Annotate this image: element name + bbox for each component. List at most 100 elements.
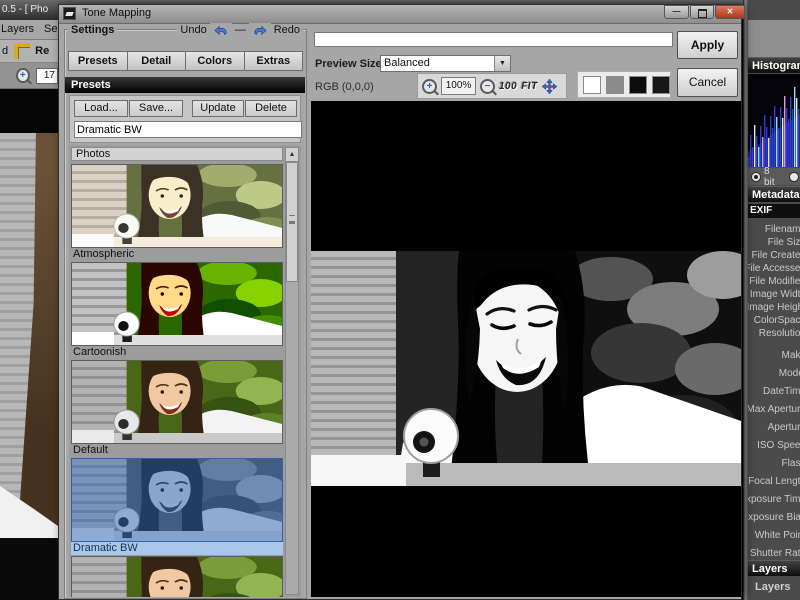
tab-extras[interactable]: Extras xyxy=(243,51,303,71)
zoom-out-icon[interactable]: − xyxy=(480,78,495,94)
preset-item-default[interactable]: Default xyxy=(71,360,283,457)
tab-presets[interactable]: Presets xyxy=(68,51,128,71)
preset-group-header[interactable]: Photos xyxy=(71,147,283,161)
layers-panel-header[interactable]: Layers xyxy=(748,560,800,576)
background-zoom-toolbar: + 17 xyxy=(0,63,58,89)
cancel-button[interactable]: Cancel xyxy=(677,68,738,97)
metadata-field-label: Image Height xyxy=(746,302,800,313)
zoom-percent-value[interactable]: 100% xyxy=(441,77,476,95)
bit-depth-row: 8 bit xyxy=(748,166,800,188)
apply-button[interactable]: Apply xyxy=(677,31,738,59)
preview-size-value: Balanced xyxy=(384,57,430,69)
histogram-panel-header[interactable]: Histogram xyxy=(748,57,800,73)
background-swatch-2[interactable] xyxy=(629,75,647,94)
zoom-controls: + 100% − 100 FIT xyxy=(417,73,567,99)
chevron-down-icon[interactable]: ▼ xyxy=(494,56,510,71)
preset-thumbnail[interactable] xyxy=(71,360,283,444)
scrollbar-thumb[interactable] xyxy=(286,162,298,282)
metadata-field-label: File Accessed xyxy=(744,263,800,274)
metadata-field-label: File Size xyxy=(767,237,800,248)
preview-background-swatches xyxy=(577,71,671,98)
background-zoom-value[interactable]: 17 xyxy=(35,67,58,84)
metadata-field-label: Aperture xyxy=(767,422,800,433)
preset-label: Default xyxy=(73,444,108,456)
update-button[interactable]: Update xyxy=(192,100,244,117)
undo-icon[interactable] xyxy=(209,23,232,37)
tab-colors[interactable]: Colors xyxy=(185,51,245,71)
preview-size-label: Preview Size xyxy=(315,58,382,70)
tab-detail[interactable]: Detail xyxy=(126,51,186,71)
preset-thumbnail[interactable] xyxy=(71,164,283,248)
bit-depth-radio[interactable] xyxy=(751,171,761,182)
preset-thumbnail[interactable] xyxy=(71,458,283,542)
preset-thumbnail[interactable] xyxy=(71,262,283,346)
background-canvas-dark-bottom xyxy=(0,538,58,600)
metadata-field-label: Exposure Time xyxy=(743,494,800,505)
background-app-title: 0.5 - [ Pho xyxy=(2,4,49,15)
background-menubar[interactable]: Layers Select xyxy=(0,20,58,40)
scrollbar-up-icon[interactable]: ▲ xyxy=(286,148,298,162)
redo-label: Redo xyxy=(270,24,303,36)
preset-list-scrollbar[interactable]: ▲ xyxy=(285,147,299,595)
minimize-button[interactable]: — xyxy=(664,5,689,19)
load-button[interactable]: Load... xyxy=(74,100,128,117)
background-photo-fragment xyxy=(0,133,58,538)
exif-section-header[interactable]: EXIF xyxy=(748,204,800,218)
delete-button[interactable]: Delete xyxy=(245,100,297,117)
menu-item-layers[interactable]: Layers xyxy=(1,23,34,35)
tone-mapping-dialog: Tone Mapping — ✕ Settings Undo — Redo Pr… xyxy=(58,4,745,600)
preset-label: Cartoonish xyxy=(73,346,127,358)
metadata-field-label: File Modified xyxy=(749,276,800,287)
settings-tabs: Presets Detail Colors Extras xyxy=(68,51,303,71)
preview-size-select[interactable]: Balanced ▼ xyxy=(380,55,511,72)
zoom-tool-icon[interactable]: + xyxy=(16,68,30,83)
fit-icon[interactable]: FIT xyxy=(521,81,538,92)
preset-actions-box: Load... Save... Update Delete xyxy=(69,95,302,143)
metadata-panel-header[interactable]: Metadata xyxy=(748,186,800,202)
metadata-field-label: DateTime xyxy=(763,386,800,397)
dialog-title: Tone Mapping xyxy=(82,7,152,19)
preset-item[interactable] xyxy=(71,556,283,597)
preset-label: Dramatic BW xyxy=(71,542,283,555)
background-swatch-3[interactable] xyxy=(652,75,670,94)
preset-item-dramatic-bw[interactable]: Dramatic BW xyxy=(71,458,283,555)
maximize-button[interactable] xyxy=(690,5,714,19)
preset-item-cartoonish[interactable]: Cartoonish xyxy=(71,262,283,359)
metadata-field-label: Shutter Rate xyxy=(749,548,800,559)
undo-redo-separator: — xyxy=(231,24,249,36)
preset-item-atmospheric[interactable]: Atmospheric xyxy=(71,164,283,261)
metadata-field-label: Exposure Bias xyxy=(743,512,800,523)
preview-viewport[interactable] xyxy=(311,101,741,597)
ruler-icon[interactable] xyxy=(14,43,31,59)
preset-label: Atmospheric xyxy=(73,248,135,260)
undo-label: Undo xyxy=(177,24,210,36)
presets-panel-header: Presets xyxy=(65,77,305,93)
sidebar-toolbar-area xyxy=(748,20,800,57)
metadata-field-label: ISO Speed xyxy=(757,440,800,451)
preview-image xyxy=(311,251,741,486)
layers-sub-label: Layers xyxy=(755,581,791,593)
background-toolbar: d Re xyxy=(0,40,58,63)
rgb-readout: RGB (0,0,0) xyxy=(315,81,374,93)
preset-thumbnail[interactable] xyxy=(71,556,283,597)
photo-hair-shape xyxy=(17,133,58,538)
actual-size-icon[interactable]: 100 xyxy=(499,81,517,92)
redo-icon[interactable] xyxy=(248,23,271,37)
background-swatch-0[interactable] xyxy=(583,75,601,94)
save-button[interactable]: Save... xyxy=(129,100,183,117)
zoom-in-icon[interactable]: + xyxy=(422,78,437,94)
metadata-field-label: Image Width xyxy=(749,289,800,300)
menu-item-select[interactable]: Select xyxy=(44,23,58,35)
panel-splitter[interactable] xyxy=(743,0,748,600)
background-app-left-strip: Layers Select d Re + 17 xyxy=(0,20,58,600)
toolbar-text-fragment2: Re xyxy=(35,45,50,57)
background-swatch-1[interactable] xyxy=(606,75,624,94)
metadata-field-label: Model xyxy=(778,368,800,379)
preset-name-input[interactable] xyxy=(74,121,302,138)
bit-depth-radio-alt[interactable] xyxy=(788,171,799,182)
pan-icon[interactable] xyxy=(541,78,557,94)
preset-path-field[interactable] xyxy=(314,32,673,47)
close-button[interactable]: ✕ xyxy=(715,5,745,19)
dialog-app-icon xyxy=(63,7,76,20)
metadata-field-label: Focal Length xyxy=(748,476,800,487)
